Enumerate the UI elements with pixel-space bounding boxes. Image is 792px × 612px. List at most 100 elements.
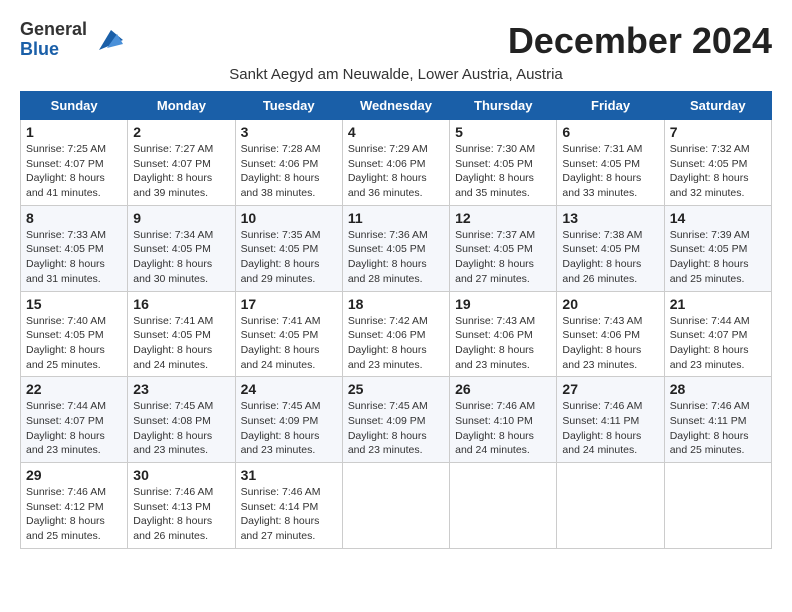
day-info: Sunrise: 7:44 AMSunset: 4:07 PMDaylight:… xyxy=(670,314,766,373)
calendar-cell: 20 Sunrise: 7:43 AMSunset: 4:06 PMDayligh… xyxy=(557,291,664,377)
calendar-header-row: SundayMondayTuesdayWednesdayThursdayFrid… xyxy=(21,92,772,120)
day-number: 13 xyxy=(562,210,658,226)
day-info: Sunrise: 7:46 AMSunset: 4:13 PMDaylight:… xyxy=(133,485,229,544)
calendar-cell: 25 Sunrise: 7:45 AMSunset: 4:09 PMDayligh… xyxy=(342,377,449,463)
day-number: 16 xyxy=(133,296,229,312)
day-info: Sunrise: 7:46 AMSunset: 4:11 PMDaylight:… xyxy=(562,399,658,458)
calendar-week-row: 8 Sunrise: 7:33 AMSunset: 4:05 PMDaylight… xyxy=(21,205,772,291)
day-number: 18 xyxy=(348,296,444,312)
calendar-cell: 19 Sunrise: 7:43 AMSunset: 4:06 PMDayligh… xyxy=(450,291,557,377)
calendar-cell: 15 Sunrise: 7:40 AMSunset: 4:05 PMDayligh… xyxy=(21,291,128,377)
day-info: Sunrise: 7:36 AMSunset: 4:05 PMDaylight:… xyxy=(348,228,444,287)
day-info: Sunrise: 7:29 AMSunset: 4:06 PMDaylight:… xyxy=(348,142,444,201)
day-number: 7 xyxy=(670,124,766,140)
calendar-day-header: Friday xyxy=(557,92,664,120)
day-info: Sunrise: 7:46 AMSunset: 4:11 PMDaylight:… xyxy=(670,399,766,458)
day-info: Sunrise: 7:33 AMSunset: 4:05 PMDaylight:… xyxy=(26,228,122,287)
calendar-cell: 31 Sunrise: 7:46 AMSunset: 4:14 PMDayligh… xyxy=(235,463,342,549)
calendar-day-header: Monday xyxy=(128,92,235,120)
calendar-cell: 30 Sunrise: 7:46 AMSunset: 4:13 PMDayligh… xyxy=(128,463,235,549)
calendar-week-row: 1 Sunrise: 7:25 AMSunset: 4:07 PMDaylight… xyxy=(21,120,772,206)
calendar-cell xyxy=(557,463,664,549)
day-number: 5 xyxy=(455,124,551,140)
location-subtitle: Sankt Aegyd am Neuwalde, Lower Austria, … xyxy=(20,66,772,83)
day-info: Sunrise: 7:34 AMSunset: 4:05 PMDaylight:… xyxy=(133,228,229,287)
calendar-cell: 29Sunrise: 7:46 AMSunset: 4:12 PMDayligh… xyxy=(21,463,128,549)
day-number: 27 xyxy=(562,381,658,397)
day-number: 12 xyxy=(455,210,551,226)
day-number: 26 xyxy=(455,381,551,397)
day-info: Sunrise: 7:30 AMSunset: 4:05 PMDaylight:… xyxy=(455,142,551,201)
day-info: Sunrise: 7:25 AMSunset: 4:07 PMDaylight:… xyxy=(26,142,122,201)
day-info: Sunrise: 7:46 AMSunset: 4:10 PMDaylight:… xyxy=(455,399,551,458)
calendar-cell: 23 Sunrise: 7:45 AMSunset: 4:08 PMDayligh… xyxy=(128,377,235,463)
day-info: Sunrise: 7:45 AMSunset: 4:09 PMDaylight:… xyxy=(241,399,337,458)
day-number: 20 xyxy=(562,296,658,312)
day-info: Sunrise: 7:27 AMSunset: 4:07 PMDaylight:… xyxy=(133,142,229,201)
day-number: 31 xyxy=(241,467,337,483)
calendar-cell: 13 Sunrise: 7:38 AMSunset: 4:05 PMDayligh… xyxy=(557,205,664,291)
day-info: Sunrise: 7:38 AMSunset: 4:05 PMDaylight:… xyxy=(562,228,658,287)
calendar-cell: 2 Sunrise: 7:27 AMSunset: 4:07 PMDaylight… xyxy=(128,120,235,206)
day-info: Sunrise: 7:43 AMSunset: 4:06 PMDaylight:… xyxy=(455,314,551,373)
day-number: 29 xyxy=(26,467,122,483)
calendar-table: SundayMondayTuesdayWednesdayThursdayFrid… xyxy=(20,91,772,549)
calendar-cell xyxy=(664,463,771,549)
calendar-cell: 12 Sunrise: 7:37 AMSunset: 4:05 PMDayligh… xyxy=(450,205,557,291)
calendar-cell: 9 Sunrise: 7:34 AMSunset: 4:05 PMDaylight… xyxy=(128,205,235,291)
day-info: Sunrise: 7:45 AMSunset: 4:09 PMDaylight:… xyxy=(348,399,444,458)
calendar-cell: 26 Sunrise: 7:46 AMSunset: 4:10 PMDayligh… xyxy=(450,377,557,463)
calendar-day-header: Tuesday xyxy=(235,92,342,120)
calendar-cell: 7 Sunrise: 7:32 AMSunset: 4:05 PMDaylight… xyxy=(664,120,771,206)
day-number: 9 xyxy=(133,210,229,226)
day-number: 8 xyxy=(26,210,122,226)
logo-blue-text: Blue xyxy=(20,39,59,59)
day-number: 25 xyxy=(348,381,444,397)
day-number: 6 xyxy=(562,124,658,140)
day-number: 15 xyxy=(26,296,122,312)
calendar-cell: 14 Sunrise: 7:39 AMSunset: 4:05 PMDayligh… xyxy=(664,205,771,291)
calendar-cell: 17Sunrise: 7:41 AMSunset: 4:05 PMDayligh… xyxy=(235,291,342,377)
calendar-cell: 3 Sunrise: 7:28 AMSunset: 4:06 PMDaylight… xyxy=(235,120,342,206)
day-info: Sunrise: 7:43 AMSunset: 4:06 PMDaylight:… xyxy=(562,314,658,373)
day-info: Sunrise: 7:31 AMSunset: 4:05 PMDaylight:… xyxy=(562,142,658,201)
day-number: 21 xyxy=(670,296,766,312)
day-info: Sunrise: 7:40 AMSunset: 4:05 PMDaylight:… xyxy=(26,314,122,373)
calendar-day-header: Thursday xyxy=(450,92,557,120)
day-info: Sunrise: 7:39 AMSunset: 4:05 PMDaylight:… xyxy=(670,228,766,287)
calendar-cell: 11 Sunrise: 7:36 AMSunset: 4:05 PMDayligh… xyxy=(342,205,449,291)
calendar-cell: 16 Sunrise: 7:41 AMSunset: 4:05 PMDayligh… xyxy=(128,291,235,377)
calendar-day-header: Saturday xyxy=(664,92,771,120)
day-info: Sunrise: 7:45 AMSunset: 4:08 PMDaylight:… xyxy=(133,399,229,458)
day-number: 30 xyxy=(133,467,229,483)
calendar-cell: 27 Sunrise: 7:46 AMSunset: 4:11 PMDayligh… xyxy=(557,377,664,463)
day-number: 3 xyxy=(241,124,337,140)
day-number: 11 xyxy=(348,210,444,226)
calendar-week-row: 29Sunrise: 7:46 AMSunset: 4:12 PMDayligh… xyxy=(21,463,772,549)
calendar-cell: 1 Sunrise: 7:25 AMSunset: 4:07 PMDaylight… xyxy=(21,120,128,206)
day-info: Sunrise: 7:37 AMSunset: 4:05 PMDaylight:… xyxy=(455,228,551,287)
day-number: 24 xyxy=(241,381,337,397)
day-number: 17 xyxy=(241,296,337,312)
day-info: Sunrise: 7:44 AMSunset: 4:07 PMDaylight:… xyxy=(26,399,122,458)
calendar-cell: 24 Sunrise: 7:45 AMSunset: 4:09 PMDayligh… xyxy=(235,377,342,463)
day-info: Sunrise: 7:41 AMSunset: 4:05 PMDaylight:… xyxy=(133,314,229,373)
calendar-week-row: 22Sunrise: 7:44 AMSunset: 4:07 PMDayligh… xyxy=(21,377,772,463)
calendar-cell: 21 Sunrise: 7:44 AMSunset: 4:07 PMDayligh… xyxy=(664,291,771,377)
day-number: 2 xyxy=(133,124,229,140)
day-number: 14 xyxy=(670,210,766,226)
calendar-cell: 10Sunrise: 7:35 AMSunset: 4:05 PMDayligh… xyxy=(235,205,342,291)
day-number: 1 xyxy=(26,124,122,140)
day-info: Sunrise: 7:32 AMSunset: 4:05 PMDaylight:… xyxy=(670,142,766,201)
calendar-cell: 22Sunrise: 7:44 AMSunset: 4:07 PMDayligh… xyxy=(21,377,128,463)
calendar-cell: 28Sunrise: 7:46 AMSunset: 4:11 PMDayligh… xyxy=(664,377,771,463)
calendar-day-header: Sunday xyxy=(21,92,128,120)
calendar-cell: 6 Sunrise: 7:31 AMSunset: 4:05 PMDaylight… xyxy=(557,120,664,206)
calendar-cell: 4Sunrise: 7:29 AMSunset: 4:06 PMDaylight… xyxy=(342,120,449,206)
day-number: 23 xyxy=(133,381,229,397)
calendar-cell xyxy=(342,463,449,549)
day-info: Sunrise: 7:46 AMSunset: 4:14 PMDaylight:… xyxy=(241,485,337,544)
day-number: 19 xyxy=(455,296,551,312)
day-info: Sunrise: 7:28 AMSunset: 4:06 PMDaylight:… xyxy=(241,142,337,201)
day-number: 10 xyxy=(241,210,337,226)
